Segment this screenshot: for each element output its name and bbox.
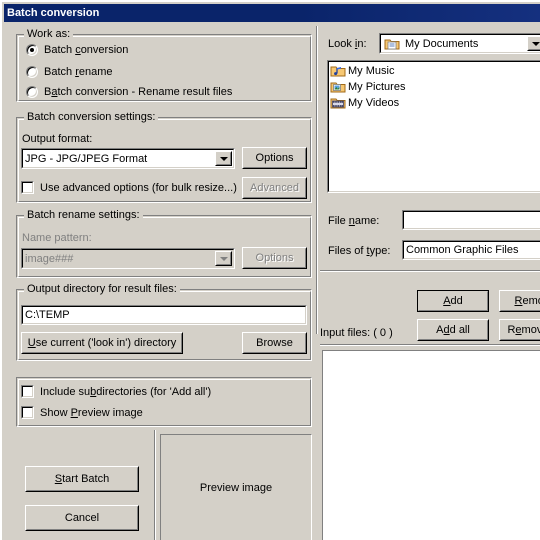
remove-button[interactable]: Remove (499, 290, 540, 312)
section-divider (320, 344, 540, 346)
radio-label: Batch rename (44, 66, 113, 78)
add-all-button[interactable]: Add all (417, 319, 489, 341)
list-item-label: My Music (348, 65, 395, 77)
radio-indicator[interactable] (26, 86, 38, 98)
checkbox-indicator[interactable] (21, 406, 34, 419)
output-format-label: Output format: (22, 133, 93, 145)
folder-documents-icon (384, 37, 400, 51)
list-item-label: My Videos (348, 97, 400, 109)
radio-label: Batch conversion (44, 44, 129, 56)
checkbox-indicator[interactable] (21, 385, 34, 398)
remove-all-button[interactable]: Remove all (499, 319, 540, 341)
file-list[interactable]: My Music My Pictures My Videos (327, 60, 540, 193)
output-directory-input[interactable]: C:\TEMP (21, 305, 307, 325)
file-name-label: File name: (328, 215, 380, 227)
output-format-options-button[interactable]: Options (242, 147, 307, 169)
list-item[interactable]: My Music (328, 63, 540, 79)
preview-placeholder-label: Preview image (199, 482, 273, 494)
batch-conversion-dialog: Batch conversion Work as: Batch conversi… (0, 0, 540, 540)
file-name-input[interactable] (402, 210, 540, 230)
name-pattern-label: Name pattern: (22, 232, 92, 244)
look-in-value: My Documents (405, 37, 479, 50)
chevron-down-icon[interactable] (215, 251, 232, 266)
use-advanced-options-checkbox[interactable]: Use advanced options (for bulk resize...… (21, 181, 237, 194)
browse-button[interactable]: Browse (242, 332, 307, 354)
radio-indicator[interactable] (26, 44, 38, 56)
list-item[interactable]: My Pictures (328, 79, 540, 95)
output-directory-legend: Output directory for result files: (24, 283, 180, 295)
name-pattern-combo[interactable]: image### (21, 248, 235, 269)
preview-image-panel: Preview image (160, 434, 312, 540)
include-subdirectories-checkbox[interactable]: Include subdirectories (for 'Add all') (21, 385, 211, 398)
look-in-label: Look in: (328, 38, 367, 50)
advanced-button[interactable]: Advanced (242, 177, 307, 199)
window-title: Batch conversion (7, 7, 100, 19)
radio-label: Batch conversion - Rename result files (44, 86, 233, 98)
radio-batch-rename[interactable]: Batch rename (26, 66, 113, 78)
include-subdirectories-label: Include subdirectories (for 'Add all') (40, 385, 212, 398)
work-as-legend: Work as: (24, 28, 74, 40)
cancel-button[interactable]: Cancel (25, 505, 139, 531)
use-advanced-options-label: Use advanced options (for bulk resize...… (40, 181, 237, 194)
name-pattern-value: image### (25, 252, 74, 265)
start-batch-button[interactable]: Start Batch (25, 466, 139, 492)
conversion-settings-legend: Batch conversion settings: (24, 111, 159, 123)
section-divider (320, 270, 540, 272)
radio-batch-conversion-rename[interactable]: Batch conversion - Rename result files (26, 86, 232, 98)
files-of-type-value: Common Graphic Files (406, 244, 519, 256)
output-format-value: JPG - JPG/JPEG Format (25, 152, 148, 165)
show-preview-image-checkbox[interactable]: Show Preview image (21, 406, 143, 419)
input-files-list[interactable] (322, 350, 540, 540)
rename-settings-legend: Batch rename settings: (24, 209, 143, 221)
list-item-label: My Pictures (348, 81, 406, 93)
title-bar[interactable]: Batch conversion (4, 4, 540, 22)
output-directory-value: C:\TEMP (25, 309, 70, 321)
preview-divider (154, 430, 156, 540)
folder-pictures-icon (330, 80, 346, 94)
folder-videos-icon (330, 96, 346, 110)
radio-indicator[interactable] (26, 66, 38, 78)
files-of-type-combo[interactable]: Common Graphic Files (402, 240, 540, 260)
radio-batch-conversion[interactable]: Batch conversion (26, 44, 128, 56)
use-current-directory-button[interactable]: Use current ('look in') directory (21, 332, 183, 354)
files-of-type-label: Files of type: (328, 245, 391, 257)
output-format-combo[interactable]: JPG - JPG/JPEG Format (21, 148, 235, 169)
look-in-combo[interactable]: My Documents (379, 33, 540, 54)
name-pattern-options-button[interactable]: Options (242, 247, 307, 269)
checkbox-indicator[interactable] (21, 181, 34, 194)
pane-divider (316, 26, 318, 334)
input-files-count-label: Input files: ( 0 ) (320, 327, 393, 339)
folder-music-icon (330, 64, 346, 78)
chevron-down-icon[interactable] (527, 36, 540, 51)
add-button[interactable]: Add (417, 290, 489, 312)
list-item[interactable]: My Videos (328, 95, 540, 111)
chevron-down-icon[interactable] (215, 151, 232, 166)
show-preview-image-label: Show Preview image (40, 406, 143, 419)
